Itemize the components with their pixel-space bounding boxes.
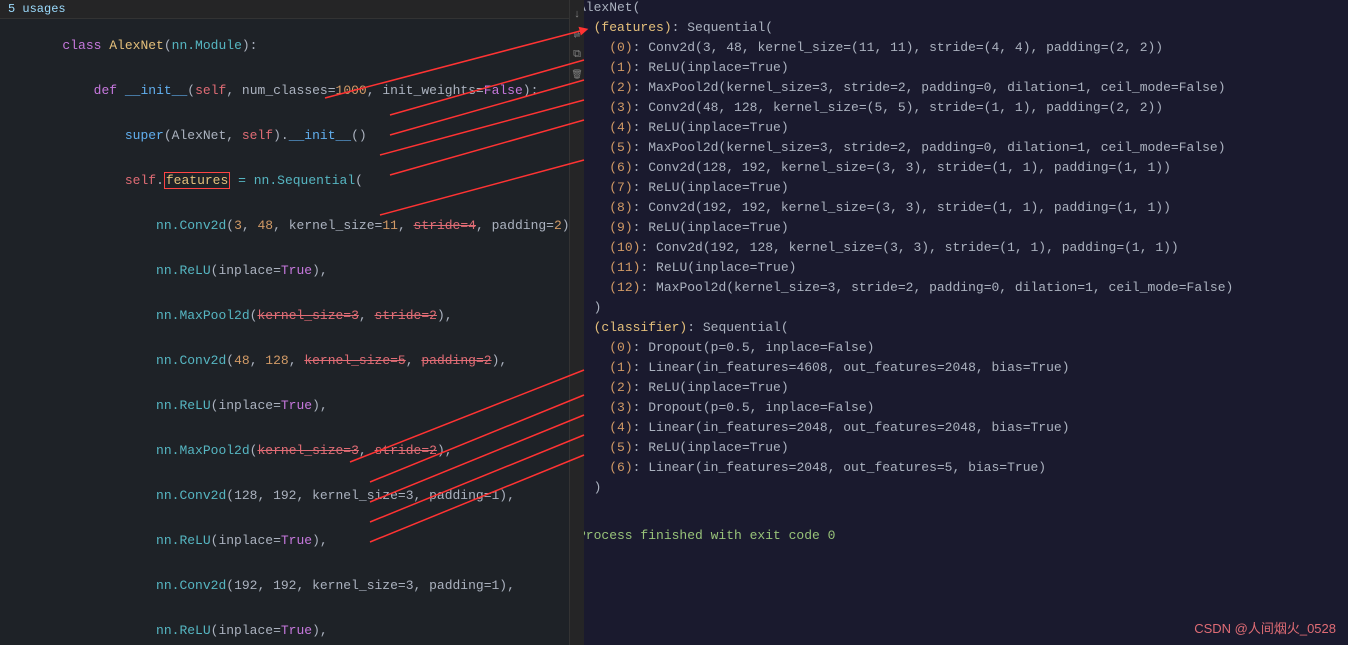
- list-item: (12): MaxPool2d(kernel_size=3, stride=2,…: [570, 280, 1348, 300]
- list-item: (1): Linear(in_features=4608, out_featur…: [570, 360, 1348, 380]
- table-row: nn.Conv2d(3, 48, kernel_size=11, stride=…: [0, 203, 569, 248]
- list-item: (0): Conv2d(3, 48, kernel_size=(11, 11),…: [570, 40, 1348, 60]
- list-item: ): [570, 300, 1348, 320]
- right-code-content: AlexNet( (features): Sequential( (0): Co…: [570, 0, 1348, 548]
- list-item: (7): ReLU(inplace=True): [570, 180, 1348, 200]
- list-item: (2): MaxPool2d(kernel_size=3, stride=2, …: [570, 80, 1348, 100]
- left-code-panel: 5 usages class AlexNet(nn.Module): def _…: [0, 0, 570, 645]
- table-row: nn.Conv2d(192, 192, kernel_size=3, paddi…: [0, 563, 569, 608]
- list-item: AlexNet(: [570, 0, 1348, 20]
- list-item: (3): Dropout(p=0.5, inplace=False): [570, 400, 1348, 420]
- arrow-right-icon[interactable]: ⇌: [570, 28, 584, 42]
- list-item: (9): ReLU(inplace=True): [570, 220, 1348, 240]
- list-item: (5): MaxPool2d(kernel_size=3, stride=2, …: [570, 140, 1348, 160]
- table-row: class AlexNet(nn.Module):: [0, 23, 569, 68]
- arrow-down-icon[interactable]: ↓: [570, 8, 584, 22]
- list-item: (3): Conv2d(48, 128, kernel_size=(5, 5),…: [570, 100, 1348, 120]
- usages-bar: 5 usages: [0, 0, 569, 19]
- list-item: ): [570, 480, 1348, 500]
- table-row: nn.Conv2d(48, 128, kernel_size=5, paddin…: [0, 338, 569, 383]
- right-code-panel: AlexNet( (features): Sequential( (0): Co…: [570, 0, 1348, 645]
- table-row: nn.MaxPool2d(kernel_size=3, stride=2),: [0, 293, 569, 338]
- list-item: (1): ReLU(inplace=True): [570, 60, 1348, 80]
- code-area-left: class AlexNet(nn.Module): def __init__(s…: [0, 19, 569, 645]
- table-row: nn.ReLU(inplace=True),: [0, 248, 569, 293]
- process-finished: Process finished with exit code 0: [578, 528, 1340, 548]
- copy-icon[interactable]: ⧉: [570, 48, 584, 62]
- list-item: (11): ReLU(inplace=True): [570, 260, 1348, 280]
- list-item: (2): ReLU(inplace=True): [570, 380, 1348, 400]
- table-row: nn.MaxPool2d(kernel_size=3, stride=2),: [0, 428, 569, 473]
- list-item: (4): Linear(in_features=2048, out_featur…: [570, 420, 1348, 440]
- table-row: nn.ReLU(inplace=True),: [0, 608, 569, 645]
- list-item: Process finished with exit code 0: [570, 528, 1348, 548]
- list-item: (classifier): Sequential(: [570, 320, 1348, 340]
- table-row: super(AlexNet, self).__init__(): [0, 113, 569, 158]
- table-row: nn.Conv2d(128, 192, kernel_size=3, paddi…: [0, 473, 569, 518]
- list-item: (5): ReLU(inplace=True): [570, 440, 1348, 460]
- list-item: (4): ReLU(inplace=True): [570, 120, 1348, 140]
- usages-count: 5 usages: [8, 2, 66, 16]
- list-item: (8): Conv2d(192, 192, kernel_size=(3, 3)…: [570, 200, 1348, 220]
- list-item: (10): Conv2d(192, 128, kernel_size=(3, 3…: [570, 240, 1348, 260]
- list-item: (features): Sequential(: [570, 20, 1348, 40]
- table-row: self.features = nn.Sequential(: [0, 158, 569, 203]
- table-row: nn.ReLU(inplace=True),: [0, 518, 569, 563]
- divider-panel: ↓ ⇌ ⧉ 🗑: [570, 0, 584, 645]
- table-row: nn.ReLU(inplace=True),: [0, 383, 569, 428]
- table-row: def __init__(self, num_classes=1000, ini…: [0, 68, 569, 113]
- list-item: (0): Dropout(p=0.5, inplace=False): [570, 340, 1348, 360]
- list-item: ): [570, 500, 1348, 520]
- delete-icon[interactable]: 🗑: [570, 68, 584, 82]
- list-item: (6): Linear(in_features=2048, out_featur…: [570, 460, 1348, 480]
- watermark: CSDN @人间烟火_0528: [1194, 618, 1336, 637]
- list-item: (6): Conv2d(128, 192, kernel_size=(3, 3)…: [570, 160, 1348, 180]
